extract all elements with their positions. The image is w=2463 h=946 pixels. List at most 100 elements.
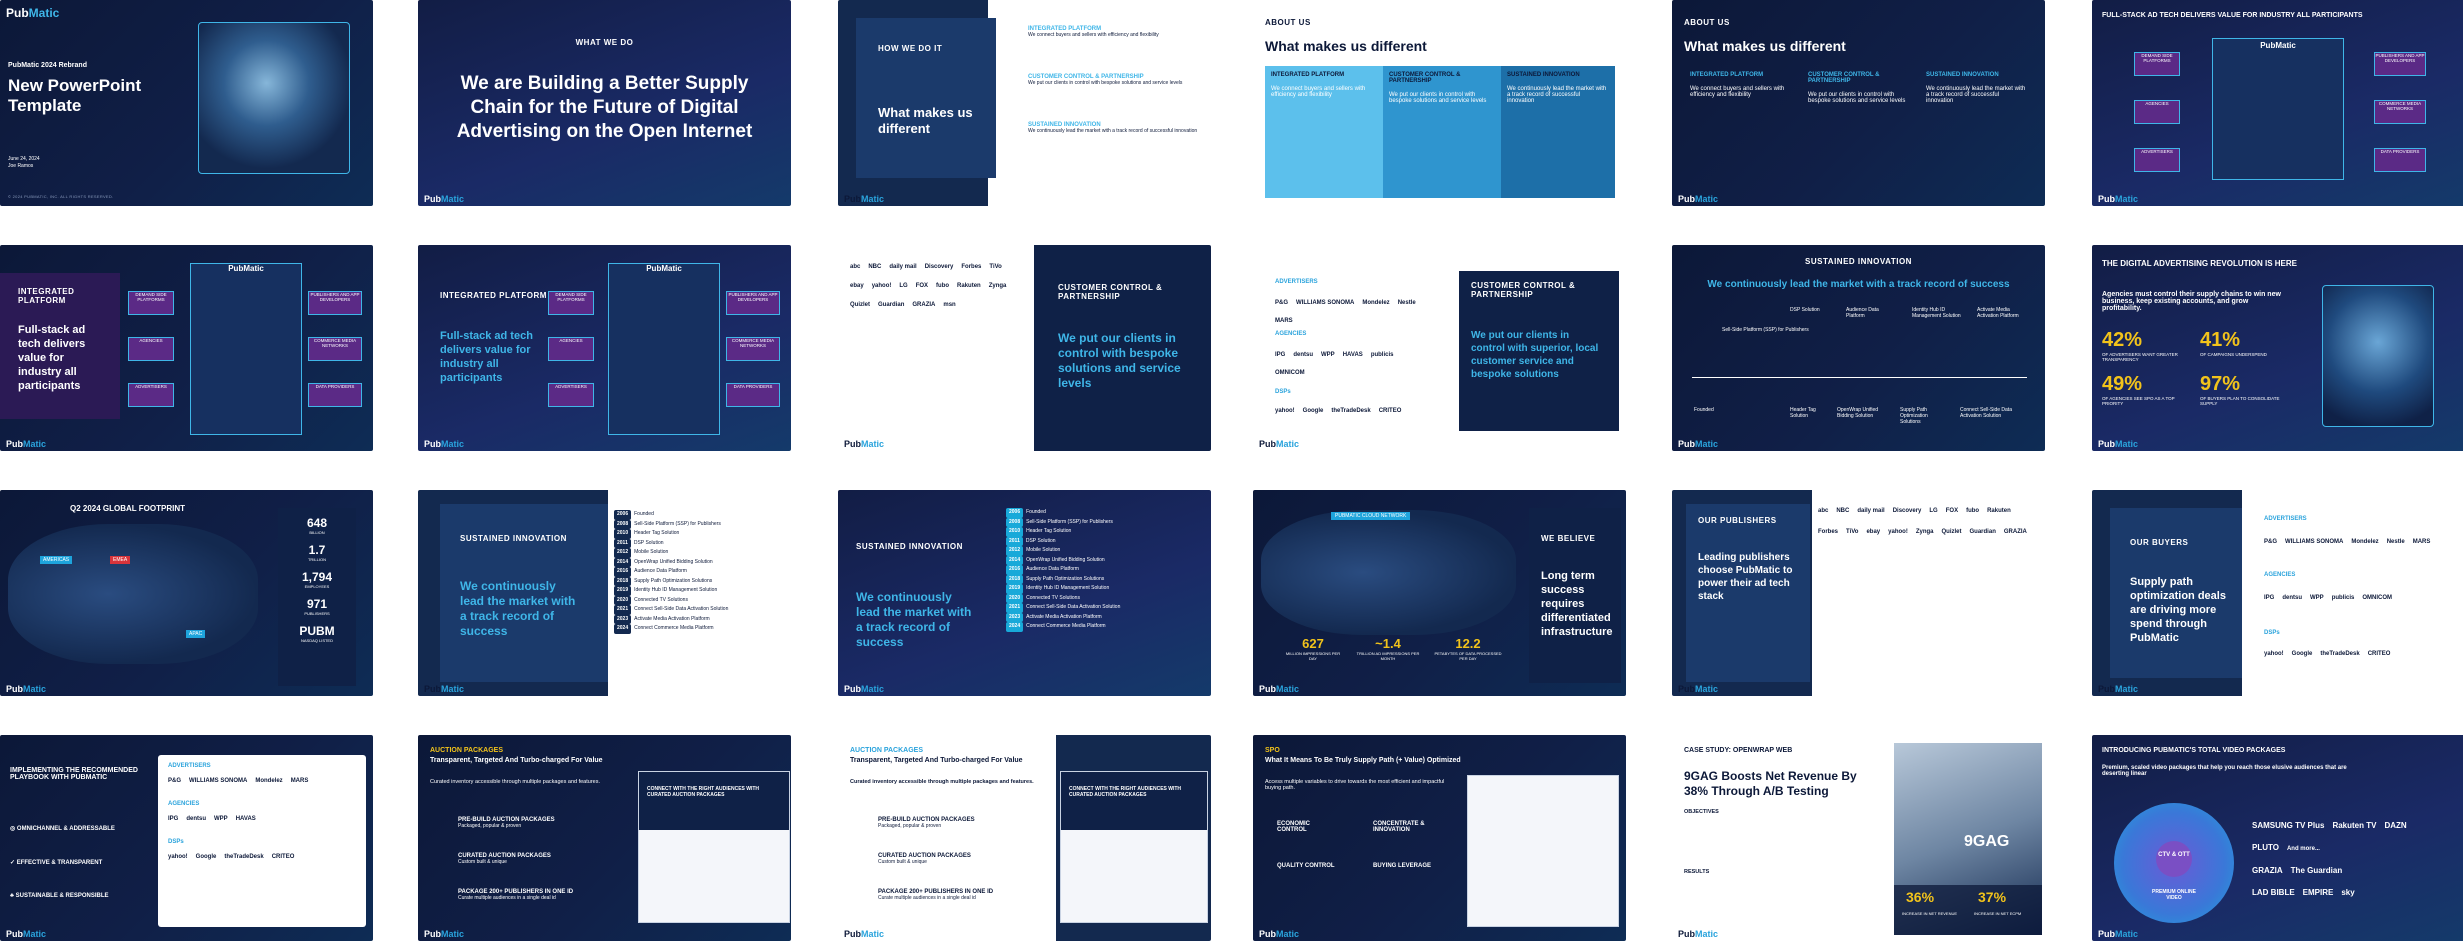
logo: WILLIAMS SONOMA: [2285, 539, 2344, 545]
screen-title: CONNECT WITH THE RIGHT AUDIENCES WITH CU…: [1061, 772, 1207, 830]
package-text: Curate multiple audiences in a single de…: [878, 895, 976, 901]
timeline-axis: [1692, 377, 2027, 378]
slide-10-customer-control-logos[interactable]: ADVERTISERS P&G WILLIAMS SONOMA Mondelez Ne…: [1253, 245, 1626, 451]
slide-kicker: INTEGRATED PLATFORM: [440, 291, 547, 300]
slide-16-we-believe[interactable]: PUBMATIC CLOUD NETWORK WE BELIEVE Long t…: [1253, 490, 1626, 696]
slide-21-auction-packages-light[interactable]: AUCTION PACKAGES Transparent, Targeted A…: [838, 735, 1211, 941]
slide-23-case-study[interactable]: CASE STUDY: OPENWRAP WEB 9GAG Boosts Net…: [1672, 735, 2045, 941]
event-label: Audience Data Platform: [1026, 566, 1079, 572]
event-label: Activate Media Activation Platform: [634, 615, 710, 622]
slide-title: THE DIGITAL ADVERTISING REVOLUTION IS HE…: [2102, 259, 2297, 268]
section-label: ADVERTISERS: [2264, 516, 2307, 522]
card-customer: CUSTOMER CONTROL & PARTNERSHIP We put our…: [1383, 66, 1501, 198]
map-label: PUBMATIC CLOUD NETWORK: [1331, 512, 1411, 520]
card-text: We continuously lead the market with a t…: [1507, 86, 1607, 104]
year-pill: 2011: [1006, 536, 1023, 546]
section-label: DSPs: [2264, 630, 2280, 636]
logo: FOX: [915, 283, 929, 289]
stat-label: MILLION IMPRESSIONS PER DAY: [1285, 651, 1341, 661]
node-advertisers: ADVERTISERS: [2134, 148, 2180, 172]
slide-title: New PowerPoint Template: [8, 76, 142, 115]
dsp-logos: yahoo! Google theTradeDesk CRITEO: [2260, 642, 2460, 660]
event-label: Activate Media Activation Platform: [1026, 613, 1102, 620]
spo-item: ECONOMIC CONTROL: [1277, 821, 1310, 833]
logo: Zynga: [1915, 529, 1934, 535]
slide-kicker: CUSTOMER CONTROL & PARTNERSHIP: [1058, 283, 1163, 301]
stat-value: 41%: [2200, 329, 2241, 351]
slide-20-auction-packages[interactable]: AUCTION PACKAGES Transparent, Targeted A…: [418, 735, 791, 941]
slide-3-how-we-do-it[interactable]: HOW WE DO IT What makes us different INT…: [838, 0, 1211, 206]
logo: yahoo!: [168, 854, 188, 860]
timeline-event: Sell-Side Platform (SSP) for Publishers: [1722, 327, 1809, 333]
spo-item: QUALITY CONTROL: [1277, 863, 1335, 869]
event-label: Connect Commerce Media Platform: [634, 625, 714, 631]
event-label: Identity Hub ID Management Solution: [634, 587, 718, 593]
slide-12-revolution[interactable]: THE DIGITAL ADVERTISING REVOLUTION IS HE…: [2092, 245, 2463, 451]
card-title: INTEGRATED PLATFORM: [1271, 72, 1345, 78]
footer-logo: PubMatic: [2098, 684, 2139, 694]
slide-lead: Premium, scaled video packages that help…: [2102, 765, 2347, 777]
slide-9-customer-control[interactable]: abc NBC daily mail Discovery Forbes TiVo ebay y…: [838, 245, 1211, 451]
partner-logos: SAMSUNG TV Plus Rakuten TV DAZN PLUTO And m…: [2252, 815, 2462, 904]
year-pill: 2012: [614, 548, 632, 558]
slide-subtitle: PubMatic 2024 Rebrand: [8, 62, 87, 69]
dsp-logos: yahoo! Google theTradeDesk CRITEO: [1271, 399, 1441, 417]
logo: The Guardian: [2290, 866, 2343, 875]
slide-kicker: SUSTAINED INNOVATION: [460, 534, 567, 543]
stat-97: 97% OF BUYERS PLAN TO CONSOLIDATE SUPPLY: [2200, 373, 2290, 406]
logo: SAMSUNG TV Plus: [2252, 821, 2325, 830]
slide-22-spo[interactable]: SPO What It Means To Be Truly Supply Pat…: [1253, 735, 1626, 941]
slide-title: We continuously lead the market with a t…: [1707, 279, 2010, 290]
slide-1-title[interactable]: PubMatic PubMatic 2024 Rebrand New Power…: [0, 0, 373, 206]
advertiser-logos: P&G WILLIAMS SONOMA Mondelez Nestle MARS: [2260, 530, 2460, 548]
slide-15-sustained-innovation-dark[interactable]: SUSTAINED INNOVATION We continuously lea…: [838, 490, 1211, 696]
card-text: We put our clients in control with bespo…: [1808, 92, 1906, 104]
timeline-event: Founded: [1694, 407, 1714, 413]
logo: publicis: [1370, 352, 1394, 358]
slide-24-video-packages[interactable]: INTRODUCING PUBMATIC'S TOTAL VIDEO PACKA…: [2092, 735, 2463, 941]
slide-13-global-footprint[interactable]: Q2 2024 GLOBAL FOOTPRINT AMERICAS EMEA A…: [0, 490, 373, 696]
slide-17-our-publishers[interactable]: OUR PUBLISHERS Leading publishers choose…: [1672, 490, 2045, 696]
slide-11-sustained-innovation[interactable]: SUSTAINED INNOVATION We continuously lea…: [1672, 245, 2045, 451]
stat-value: 648: [306, 516, 328, 530]
slide-2-what-we-do[interactable]: WHAT WE DO We are Building a Better Supp…: [418, 0, 791, 206]
slide-5-about-us-dark[interactable]: ABOUT US What makes us different INTEGRA…: [1672, 0, 2045, 206]
laptop-screenshot: CONNECT WITH THE RIGHT AUDIENCES WITH CU…: [1060, 771, 1208, 923]
slide-18-our-buyers[interactable]: OUR BUYERS Supply path optimization deal…: [2092, 490, 2463, 696]
slide-kicker: WHAT WE DO: [575, 38, 634, 47]
event-label: OpenWrap Unified Bidding Solution: [1026, 556, 1105, 563]
logo: Mondelez: [255, 778, 283, 784]
slide-4-about-us[interactable]: ABOUT US What makes us different INTEGRA…: [1253, 0, 1626, 206]
logo: CRITEO: [1378, 408, 1402, 414]
year-pill: 2014: [1006, 555, 1024, 565]
footer-logo: PubMatic: [844, 684, 885, 694]
laptop-screenshot: CONNECT WITH THE RIGHT AUDIENCES WITH CU…: [638, 771, 790, 923]
year-pill: 2010: [1006, 527, 1024, 537]
spo-item: BUYING LEVERAGE: [1373, 863, 1432, 869]
slide-19-playbook[interactable]: IMPLEMENTING THE RECOMMENDED PLAYBOOK WI…: [0, 735, 373, 941]
timeline-event: Activate Media Activation Platform: [1977, 307, 2019, 319]
logo: WPP: [2310, 595, 2324, 601]
slide-6-full-stack[interactable]: FULL-STACK AD TECH DELIVERS VALUE FOR IN…: [2092, 0, 2463, 206]
event-label: Identity Hub ID Management Solution: [1026, 585, 1110, 591]
logo: P&G: [2264, 539, 2278, 545]
logo: daily mail: [1857, 508, 1885, 514]
slide-kicker: SUSTAINED INNOVATION: [856, 542, 963, 551]
card-innovation: SUSTAINED INNOVATION We continuously lead…: [1920, 66, 2034, 198]
stat-value: 36%: [1906, 889, 1935, 905]
slide-kicker: WE BELIEVE: [1541, 534, 1596, 543]
logo: Guardian: [878, 302, 905, 308]
slide-8-integrated-platform-alt[interactable]: INTEGRATED PLATFORM Full-stack ad tech d…: [418, 245, 791, 451]
stat-unit: NASDAQ LISTED: [300, 638, 333, 643]
year-pill: 2008: [614, 519, 632, 529]
slide-kicker: CASE STUDY: OPENWRAP WEB: [1684, 747, 1793, 754]
slide-title: Supply path optimization deals are drivi…: [2130, 576, 2226, 644]
card-integrated: INTEGRATED PLATFORM We connect buyers and…: [1684, 66, 1802, 198]
slide-kicker: ABOUT US: [1265, 18, 1311, 27]
slide-7-integrated-platform[interactable]: INTEGRATED PLATFORM Full-stack ad tech d…: [0, 245, 373, 451]
slide-author: Joe Ramos: [8, 163, 34, 169]
slide-14-sustained-innovation-list[interactable]: SUSTAINED INNOVATION We continuously lea…: [418, 490, 791, 696]
stat-value: 627: [1302, 636, 1324, 651]
year-pill: 2010: [614, 529, 632, 539]
footer-logo: PubMatic: [2098, 439, 2139, 449]
